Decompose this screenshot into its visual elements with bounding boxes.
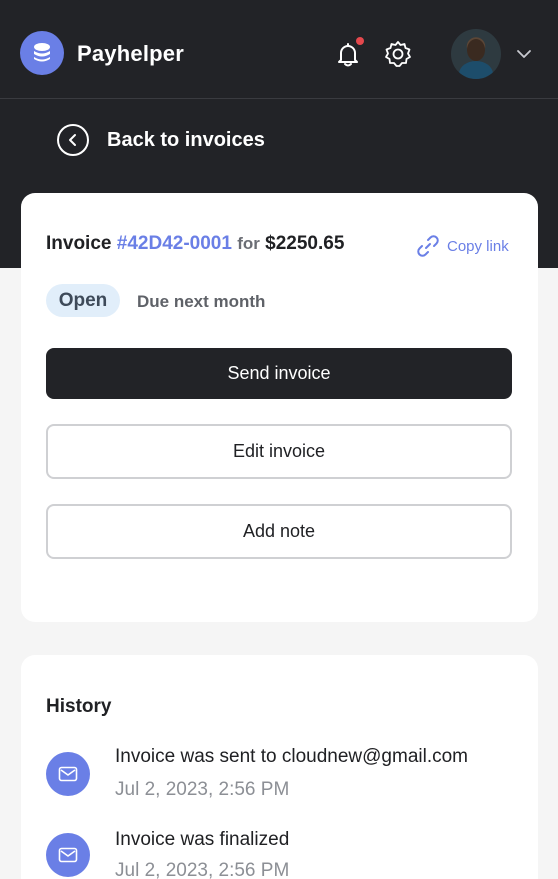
invoice-title: Invoice #42D42-0001 for $2250.65	[46, 233, 344, 255]
back-circle	[57, 124, 89, 156]
copy-link-button[interactable]: Copy link	[415, 233, 509, 259]
back-label: Back to invoices	[107, 128, 265, 151]
invoice-number[interactable]: #42D42-0001	[117, 233, 232, 254]
edit-invoice-button[interactable]: Edit invoice	[46, 424, 512, 479]
top-bar: Payhelper	[0, 0, 558, 99]
notification-dot	[356, 37, 364, 45]
gear-icon[interactable]	[384, 40, 412, 68]
invoice-for: for	[237, 234, 260, 253]
invoice-amount: $2250.65	[265, 233, 345, 254]
invoice-card: Invoice #42D42-0001 for $2250.65 Copy li…	[21, 193, 538, 622]
chevron-left-icon	[69, 134, 76, 146]
copy-link-label: Copy link	[447, 237, 509, 255]
link-icon	[417, 235, 439, 257]
invoice-prefix: Invoice	[46, 233, 112, 254]
mail-icon	[58, 766, 78, 782]
back-to-invoices-link[interactable]: Back to invoices	[57, 123, 265, 157]
due-text: Due next month	[137, 292, 266, 311]
history-item-icon	[46, 833, 90, 877]
app-name: Payhelper	[77, 41, 184, 66]
history-item-date: Jul 2, 2023, 2:56 PM	[115, 860, 290, 879]
send-invoice-button[interactable]: Send invoice	[46, 348, 512, 399]
avatar[interactable]	[451, 29, 501, 79]
history-item-icon	[46, 752, 90, 796]
history-item-text: Invoice was finalized	[115, 829, 290, 850]
history-item-date: Jul 2, 2023, 2:56 PM	[115, 779, 290, 800]
history-item-text: Invoice was sent to cloudnew@gmail.com	[115, 746, 469, 767]
mail-icon	[58, 847, 78, 863]
status-badge: Open	[46, 284, 120, 317]
history-card: History Invoice was sent to cloudnew@gma…	[21, 655, 538, 879]
add-note-button[interactable]: Add note	[46, 504, 512, 559]
database-icon	[34, 43, 50, 62]
app-logo[interactable]	[20, 31, 64, 75]
chevron-down-icon[interactable]	[516, 46, 532, 62]
history-title: History	[46, 696, 112, 717]
